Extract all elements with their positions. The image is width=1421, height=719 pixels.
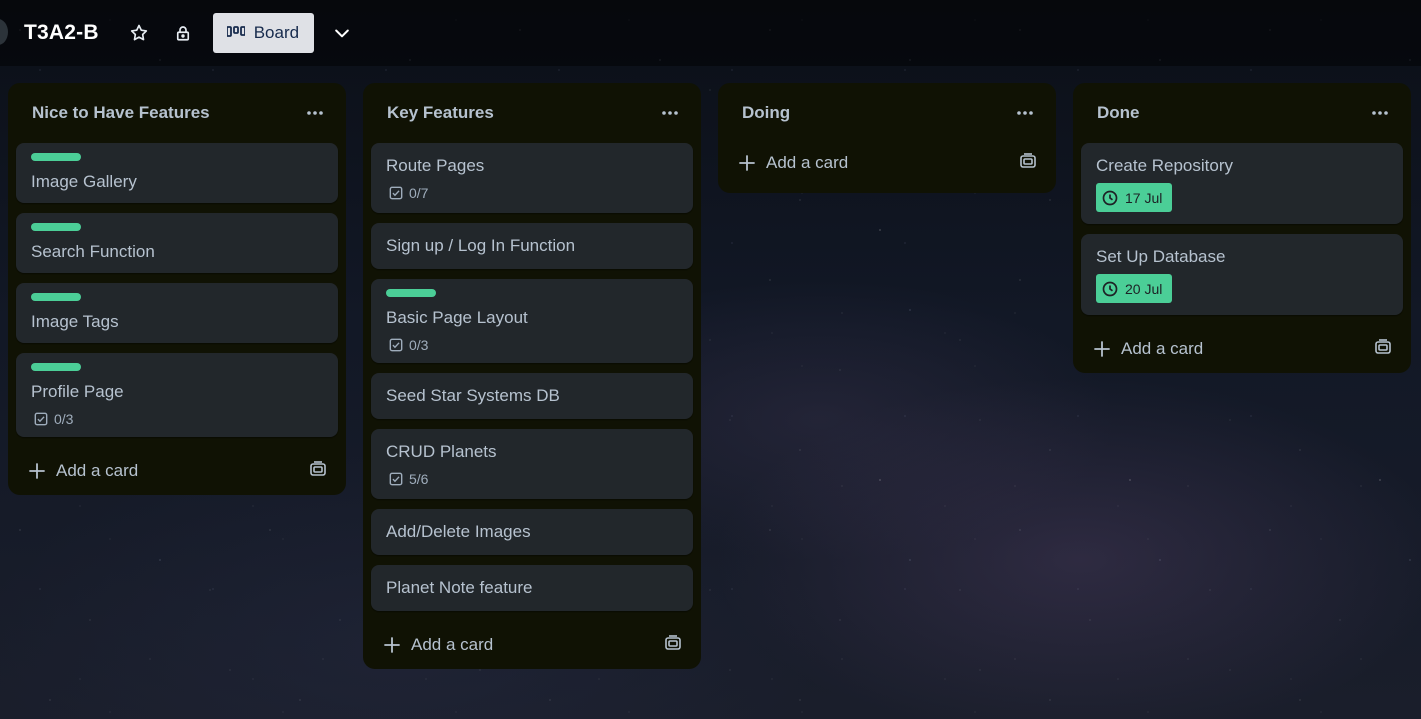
list-done: Done Create Repository 17 Jul Set Up Dat… [1073, 83, 1411, 373]
plus-icon [29, 463, 45, 479]
due-date-badge[interactable]: 17 Jul [1096, 183, 1173, 212]
card-title: Search Function [31, 242, 155, 261]
add-card-label: Add a card [56, 461, 139, 480]
list-header: Nice to Have Features [16, 83, 338, 143]
list-nice-to-have: Nice to Have Features Image Gallery Sear… [8, 83, 346, 495]
template-icon[interactable] [1374, 338, 1392, 360]
list-key-features: Key Features Route Pages 0/7 Sign up / L… [363, 83, 701, 669]
green-label[interactable] [31, 153, 81, 161]
card-basic-page-layout[interactable]: Basic Page Layout 0/3 [371, 279, 693, 363]
card-image-tags[interactable]: Image Tags [16, 283, 338, 343]
card-title: Add/Delete Images [386, 522, 531, 541]
card-search-function[interactable]: Search Function [16, 213, 338, 273]
list-header: Doing [726, 83, 1048, 143]
plus-icon [739, 155, 755, 171]
list-title[interactable]: Key Features [387, 103, 494, 123]
card-set-up-database[interactable]: Set Up Database 20 Jul [1081, 234, 1403, 315]
list-doing: Doing Add a card [718, 83, 1056, 193]
card-title: Planet Note feature [386, 578, 533, 597]
checklist-count: 0/3 [409, 337, 429, 353]
checklist-badge: 0/3 [31, 411, 323, 427]
board-header: T3A2-B Board [0, 0, 1421, 66]
card-add-delete-images[interactable]: Add/Delete Images [371, 509, 693, 555]
list-title[interactable]: Nice to Have Features [32, 103, 210, 123]
lock-icon[interactable] [167, 17, 199, 49]
checklist-icon [389, 186, 403, 200]
more-icon[interactable] [1016, 110, 1034, 116]
card-title: Create Repository [1096, 156, 1234, 175]
add-card-button[interactable]: Add a card [1081, 325, 1403, 373]
checklist-count: 5/6 [409, 471, 429, 487]
card-planet-note-feature[interactable]: Planet Note feature [371, 565, 693, 611]
card-profile-page[interactable]: Profile Page 0/3 [16, 353, 338, 437]
card-image-gallery[interactable]: Image Gallery [16, 143, 338, 203]
card-title: Image Tags [31, 312, 119, 331]
star-icon[interactable] [123, 17, 155, 49]
green-label[interactable] [31, 293, 81, 301]
due-date: 20 Jul [1125, 280, 1163, 297]
card-route-pages[interactable]: Route Pages 0/7 [371, 143, 693, 213]
add-card-label: Add a card [766, 153, 849, 172]
add-card-label: Add a card [1121, 339, 1204, 358]
card-sign-up-log-in[interactable]: Sign up / Log In Function [371, 223, 693, 269]
template-icon[interactable] [664, 634, 682, 656]
board-title[interactable]: T3A2-B [24, 21, 99, 45]
card-title: Basic Page Layout [386, 308, 528, 327]
card-seed-star-systems[interactable]: Seed Star Systems DB [371, 373, 693, 419]
add-card-button[interactable]: Add a card [726, 139, 1048, 187]
clock-icon [1102, 190, 1118, 205]
green-label[interactable] [386, 289, 436, 297]
list-header: Key Features [371, 83, 693, 143]
card-crud-planets[interactable]: CRUD Planets 5/6 [371, 429, 693, 499]
more-icon[interactable] [306, 110, 324, 116]
card-title: Route Pages [386, 156, 485, 175]
add-card-label: Add a card [411, 635, 494, 654]
card-title: Set Up Database [1096, 247, 1226, 266]
green-label[interactable] [31, 363, 81, 371]
due-date-badge[interactable]: 20 Jul [1096, 274, 1173, 303]
plus-icon [384, 637, 400, 653]
chevron-down-icon[interactable] [326, 17, 358, 49]
checklist-badge: 5/6 [386, 471, 678, 487]
card-title: CRUD Planets [386, 442, 497, 461]
checklist-icon [389, 338, 403, 352]
checklist-icon [34, 412, 48, 426]
checklist-icon [389, 472, 403, 486]
more-icon[interactable] [661, 110, 679, 116]
board-view-label: Board [253, 23, 300, 42]
add-card-button[interactable]: Add a card [371, 621, 693, 669]
card-title: Seed Star Systems DB [386, 386, 560, 405]
board-view-button[interactable]: Board [212, 13, 315, 53]
list-title[interactable]: Doing [742, 103, 790, 123]
card-title: Sign up / Log In Function [386, 236, 576, 255]
checklist-count: 0/7 [409, 185, 429, 201]
list-title[interactable]: Done [1097, 103, 1140, 123]
card-create-repository[interactable]: Create Repository 17 Jul [1081, 143, 1403, 224]
board-icon [226, 26, 245, 40]
due-date: 17 Jul [1125, 189, 1163, 206]
card-title: Image Gallery [31, 172, 137, 191]
checklist-badge: 0/7 [386, 185, 678, 201]
workspace-avatar-edge[interactable] [0, 19, 8, 45]
checklist-count: 0/3 [54, 411, 74, 427]
template-icon[interactable] [1019, 152, 1037, 174]
green-label[interactable] [31, 223, 81, 231]
checklist-badge: 0/3 [386, 337, 678, 353]
add-card-button[interactable]: Add a card [16, 447, 338, 495]
template-icon[interactable] [309, 460, 327, 482]
clock-icon [1102, 281, 1118, 296]
more-icon[interactable] [1371, 110, 1389, 116]
list-header: Done [1081, 83, 1403, 143]
card-title: Profile Page [31, 382, 124, 401]
plus-icon [1094, 341, 1110, 357]
